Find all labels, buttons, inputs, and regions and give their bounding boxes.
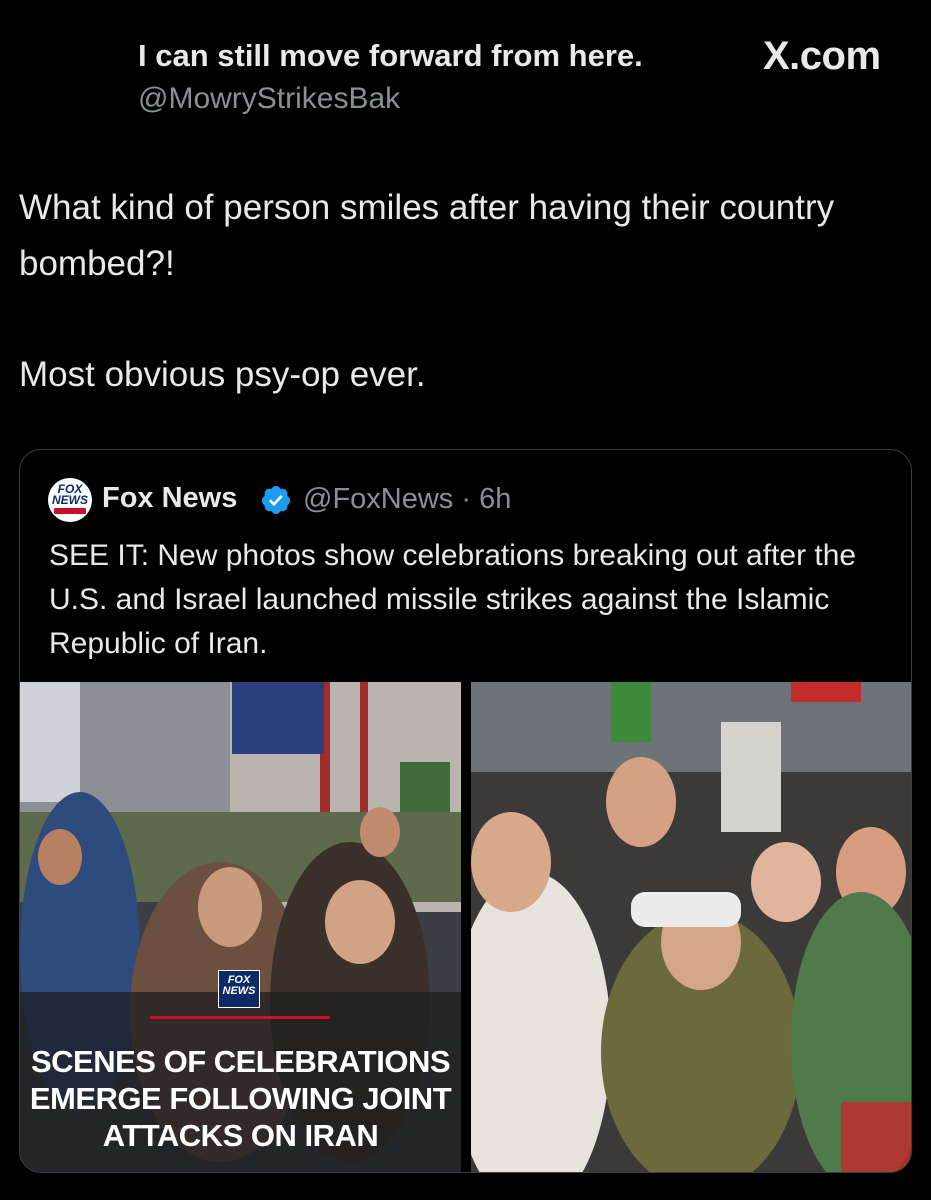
fox-news-avatar[interactable]: FOX NEWS bbox=[48, 478, 92, 522]
verified-badge-icon bbox=[261, 486, 290, 514]
header-handle[interactable]: @MowryStrikesBak bbox=[138, 82, 400, 116]
header-display-name[interactable]: I can still move forward from here. bbox=[138, 38, 643, 74]
quote-text: SEE IT: New photos show celebrations bre… bbox=[49, 539, 857, 660]
post-text: What kind of person smiles after having … bbox=[19, 188, 835, 283]
fox-news-watermark-icon: FOX NEWS bbox=[218, 970, 260, 1008]
x-com-logo: X.com bbox=[763, 34, 881, 78]
photo-headline: SCENES OF CELEBRATIONS EMERGE FOLLOWING … bbox=[29, 1044, 452, 1153]
logo-bar bbox=[54, 508, 86, 514]
post-text-second: Most obvious psy-op ever. bbox=[19, 355, 426, 394]
quote-author-handle[interactable]: @FoxNews · 6h bbox=[303, 483, 511, 516]
headline-divider bbox=[150, 1016, 330, 1019]
media-right[interactable] bbox=[471, 682, 911, 1172]
quote-tweet-card[interactable]: FOX NEWS Fox News @FoxNews · 6h SEE IT: N… bbox=[19, 449, 912, 1173]
quote-author-name[interactable]: Fox News bbox=[102, 482, 237, 515]
crowd-photo-right bbox=[471, 682, 911, 1172]
media-left[interactable]: FOX NEWS SCENES OF CELEBRATIONS EMERGE FO… bbox=[20, 682, 461, 1172]
fox-news-logo-icon: FOX NEWS bbox=[52, 482, 88, 507]
